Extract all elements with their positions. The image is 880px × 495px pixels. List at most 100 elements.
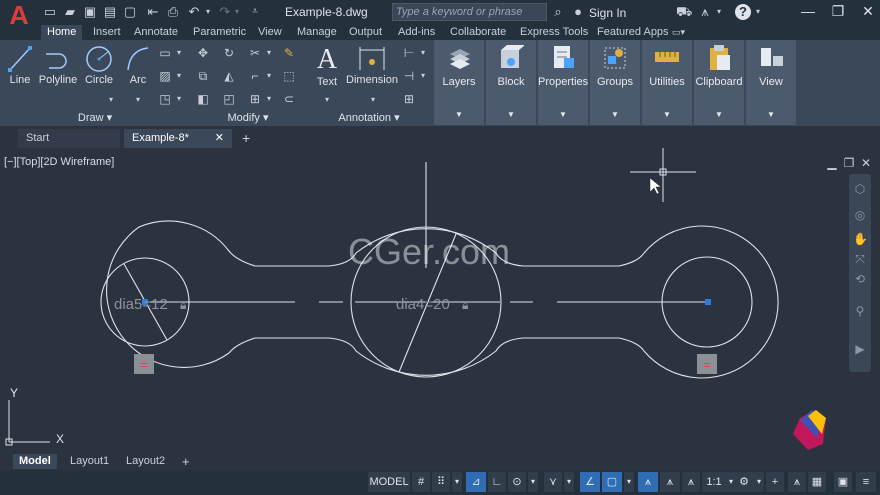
viewport-controls[interactable]: [−][Top][2D Wireframe] [4,156,114,168]
viewport-close-icon[interactable]: ✕ [859,156,873,170]
tab-view[interactable]: View [258,25,282,40]
snap-icon[interactable]: ⠿ [432,472,450,492]
arc-dropdown-icon[interactable]: ▾ [131,93,145,107]
fillet-dropdown-icon[interactable]: ▾ [262,69,276,83]
orbit-icon[interactable]: ⟲ [853,272,867,286]
dimension-button[interactable]: Dimension [344,44,400,86]
leader-dropdown-icon[interactable]: ▾ [416,46,430,60]
properties-panel-button[interactable]: Properties ▼ [538,40,588,125]
search-icon[interactable]: ⌕ [550,4,566,20]
help-icon[interactable]: ? [735,4,751,20]
polar-dropdown-icon[interactable]: ▾ [528,472,538,492]
redo-dropdown-icon[interactable]: ▾ [232,4,242,20]
line-button[interactable]: Line [6,44,34,86]
restore-icon[interactable]: ❐ [830,3,846,19]
tab-manage[interactable]: Manage [297,25,337,40]
linear-dim-icon[interactable]: ⊣ [402,69,416,83]
center-dimension-text[interactable]: dia4=20 [396,296,450,313]
polyline-button[interactable]: Polyline [38,44,78,86]
view-panel-button[interactable]: View ▼ [746,40,796,125]
linear-dim-dropdown-icon[interactable]: ▾ [416,69,430,83]
array-icon[interactable]: ⊞ [248,92,262,106]
trim-dropdown-icon[interactable]: ▾ [262,46,276,60]
isodraft-icon[interactable]: ⋎ [544,472,562,492]
minimize-icon[interactable]: — [800,3,816,19]
layers-panel-button[interactable]: Layers ▼ [434,40,484,125]
isodraft-dropdown-icon[interactable]: ▾ [564,472,574,492]
rectangle-dropdown-icon[interactable]: ▾ [172,46,186,60]
quick-properties-icon[interactable]: ▦ [808,472,826,492]
cart-icon[interactable]: ⛟ [676,4,692,20]
leader-icon[interactable]: ⊢ [402,46,416,60]
offset-icon[interactable]: ⊂ [282,92,296,106]
tab-express-tools[interactable]: Express Tools [520,25,588,40]
tab-collaborate[interactable]: Collaborate [450,25,506,40]
fillet-icon[interactable]: ⌐ [248,69,262,83]
copy-icon[interactable]: ⧉ [196,69,210,83]
sign-in-button[interactable]: Sign In [589,6,626,20]
trim-icon[interactable]: ✂ [248,46,262,60]
stretch-icon[interactable]: ◧ [196,92,210,106]
customize-qat-icon[interactable]: ⩡ [247,4,263,20]
customization-icon[interactable]: ≡ [856,472,876,492]
a360-dropdown-icon[interactable]: ▾ [714,4,724,20]
tab-insert[interactable]: Insert [93,25,121,40]
start-tab[interactable]: Start [18,129,120,148]
annotation-panel-title[interactable]: Annotation ▾ [306,111,432,125]
dimension-dropdown-icon[interactable]: ▾ [366,93,380,107]
hatch-icon[interactable]: ▨ [158,69,172,83]
text-button[interactable]: A Text [312,44,342,88]
move-icon[interactable]: ✥ [196,46,210,60]
document-tab[interactable]: Example-8* ✕ [124,129,232,148]
tab-annotate[interactable]: Annotate [134,25,178,40]
workspace-gear-icon[interactable]: ⚙ [734,472,754,492]
ortho-icon[interactable]: ⊙ [508,472,526,492]
groups-panel-button[interactable]: Groups ▼ [590,40,640,125]
tab-featured-apps[interactable]: Featured Apps [597,25,669,40]
print-icon[interactable]: ⎙ [165,4,181,20]
scale-value[interactable]: 1:1 [702,472,726,492]
snap-dropdown-icon[interactable]: ▾ [452,472,462,492]
showmotion-icon[interactable]: ▶ [853,342,867,356]
object-snap-dropdown-icon[interactable]: ▾ [624,472,634,492]
steering-wheel-icon[interactable]: ◎ [853,208,867,222]
tab-home[interactable]: Home [41,25,83,40]
object-snap-tracking-icon[interactable]: ∠ [580,472,600,492]
tab-output[interactable]: Output [349,25,382,40]
tab-layout2[interactable]: Layout2 [120,454,171,469]
new-file-icon[interactable]: ▭ [42,4,58,20]
array-dropdown-icon[interactable]: ▾ [262,92,276,106]
arc-button[interactable]: Arc [124,44,152,86]
draw-panel-title[interactable]: Draw ▾ [0,111,190,125]
close-icon[interactable]: ✕ [860,3,876,19]
undo-dropdown-icon[interactable]: ▾ [203,4,213,20]
open-from-web-icon[interactable]: ⇤ [145,4,161,20]
auto-scale-icon[interactable]: ⩚ [660,472,680,492]
utilities-panel-button[interactable]: Utilities ▼ [642,40,692,125]
hatch-dropdown-icon[interactable]: ▾ [172,69,186,83]
close-tab-icon[interactable]: ✕ [215,129,224,148]
save-icon[interactable]: ▣ [82,4,98,20]
navbar-options-icon[interactable]: ⚲ [853,304,867,318]
a360-icon[interactable]: ⩚ [697,4,713,20]
block-panel-button[interactable]: Block ▼ [486,40,536,125]
clipboard-panel-button[interactable]: Clipboard ▼ [694,40,744,125]
right-grip[interactable] [705,299,711,305]
infer-constraints-icon[interactable]: ⊿ [466,472,486,492]
circle-dropdown-icon[interactable]: ▾ [104,93,118,107]
table-icon[interactable]: ⊞ [402,92,416,106]
text-dropdown-icon[interactable]: ▾ [320,93,334,107]
annotation-scale-icon[interactable]: ⩚ [682,472,700,492]
open-folder-icon[interactable]: ▰ [62,4,78,20]
clean-screen-icon[interactable]: ▣ [834,472,852,492]
dynamic-input-icon[interactable]: ∟ [488,472,506,492]
viewcube-icon[interactable]: ⬡ [853,182,867,196]
annotation-monitor-icon[interactable]: + [766,472,784,492]
search-input[interactable]: Type a keyword or phrase [392,3,547,21]
units-icon[interactable]: ⩚ [788,472,806,492]
rectangle-icon[interactable]: ▭ [158,46,172,60]
tab-model[interactable]: Model [13,454,57,469]
pan-icon[interactable]: ✋ [853,232,868,246]
scale-icon[interactable]: ◰ [222,92,236,106]
web-mobile-icon[interactable]: ▢ [122,4,138,20]
